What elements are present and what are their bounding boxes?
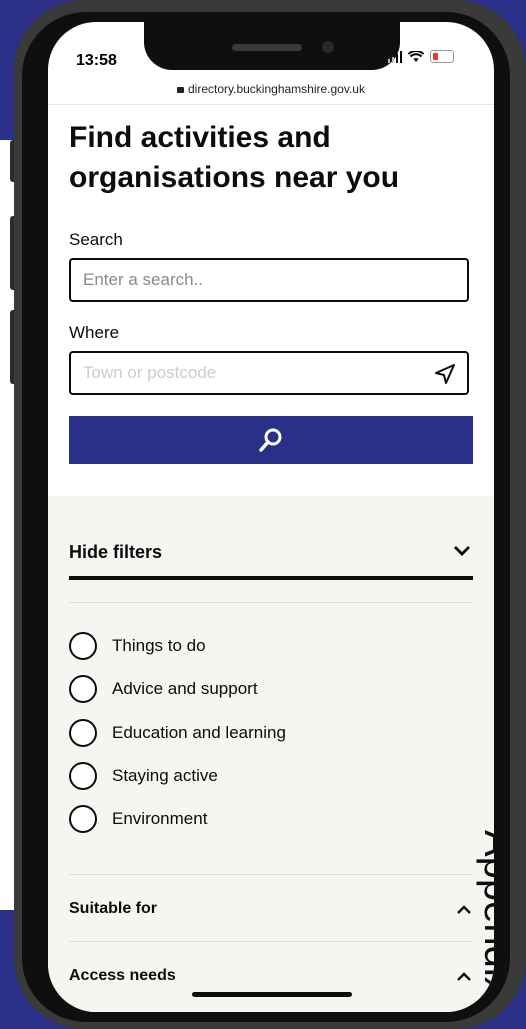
radio-button[interactable] [69,762,97,790]
divider [69,602,473,603]
speaker [232,44,302,51]
category-option[interactable]: Education and learning [69,719,286,747]
battery-icon [430,50,454,63]
radio-button[interactable] [69,675,97,703]
category-option[interactable]: Staying active [69,762,218,790]
appendix-overlay-text: Appendix [476,830,494,997]
category-label: Things to do [112,636,206,655]
status-time: 13:58 [76,52,117,69]
category-label: Advice and support [112,679,258,698]
browser-divider [48,104,494,105]
category-label: Environment [112,809,208,828]
filters-underline [69,576,473,580]
divider [69,874,473,875]
page-title: Find activities and organisations near y… [69,121,400,194]
search-button[interactable] [69,416,473,464]
status-icons [388,50,454,63]
lock-icon [177,87,184,93]
search-icon [259,428,282,452]
location-input[interactable] [69,351,469,395]
hide-filters-toggle[interactable]: Hide filters [69,542,162,563]
url-bar[interactable]: directory.buckinghamshire.gov.uk [48,82,494,96]
category-label: Education and learning [112,723,286,742]
category-option[interactable]: Environment [69,805,207,833]
suitable-for-section[interactable]: Suitable for [69,900,157,918]
phone-screen: 13:58 directory.buckinghamshire.gov.uk F… [48,22,494,1012]
access-needs-section[interactable]: Access needs [69,967,176,985]
location-arrow-icon[interactable] [433,362,457,386]
home-indicator[interactable] [192,992,352,997]
chevron-up-icon[interactable] [456,904,472,916]
radio-button[interactable] [69,719,97,747]
chevron-down-icon[interactable] [452,544,472,558]
radio-button[interactable] [69,632,97,660]
search-label: Search [69,230,123,249]
url-text: directory.buckinghamshire.gov.uk [188,82,365,96]
signal-icon [388,50,402,63]
wifi-icon [408,50,424,62]
category-option[interactable]: Advice and support [69,675,258,703]
filters-panel [48,496,494,1012]
camera [322,41,334,53]
search-input[interactable] [69,258,469,302]
where-label: Where [69,323,120,342]
chevron-up-icon[interactable] [456,971,472,983]
divider [69,941,473,942]
phone-notch [144,22,400,70]
radio-button[interactable] [69,805,97,833]
category-option[interactable]: Things to do [69,632,206,660]
category-label: Staying active [112,766,218,785]
